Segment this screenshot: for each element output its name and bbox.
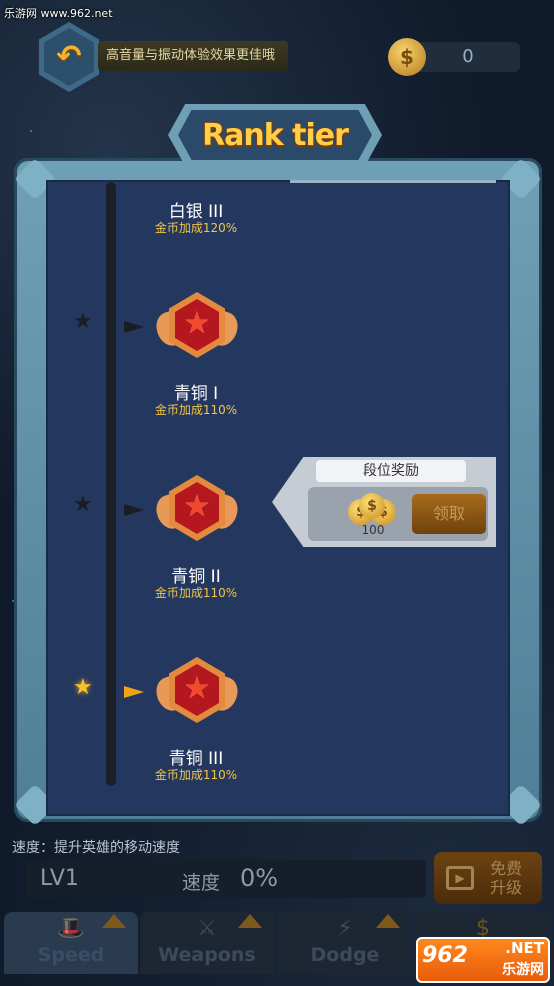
tab-weapons[interactable]: ⚔ Weapons bbox=[140, 912, 274, 974]
coin-count: 0 bbox=[462, 46, 474, 67]
tier-star-icon-active: ★ bbox=[73, 675, 93, 700]
upgrade-arrow-icon bbox=[102, 914, 126, 928]
tier-bonus: 金币加成120% bbox=[154, 221, 238, 235]
claim-button[interactable]: 领取 bbox=[412, 494, 486, 534]
tab-label: Speed bbox=[37, 944, 105, 966]
panel-title: Rank tier bbox=[202, 118, 349, 153]
upgrade-arrow-icon bbox=[376, 914, 400, 928]
reward-amount: 100 bbox=[361, 523, 385, 537]
tier-pointer-icon bbox=[124, 504, 144, 516]
skill-description: 速度：提升英雄的移动速度 bbox=[12, 840, 180, 856]
stat-label: 速度 bbox=[182, 872, 221, 894]
background-sparkle bbox=[30, 130, 32, 132]
bronze-badge-icon[interactable]: ★ bbox=[151, 657, 243, 727]
scroll-indicator[interactable] bbox=[290, 180, 496, 183]
tier-star-icon: ★ bbox=[73, 492, 93, 517]
lightning-icon: ⚡ bbox=[337, 916, 353, 941]
coin-stack-icon: $ $ $ bbox=[348, 493, 398, 525]
upgrade-label: 免费 升级 bbox=[489, 859, 522, 897]
back-arrow-icon: ↶ bbox=[56, 39, 82, 74]
tier-bonus: 金币加成110% bbox=[154, 586, 238, 600]
skill-level: LV1 bbox=[40, 866, 79, 891]
tab-speed[interactable]: 🎩 Speed bbox=[4, 912, 138, 974]
reward-title: 段位奖励 bbox=[316, 460, 466, 482]
tier-bonus: 金币加成110% bbox=[154, 768, 238, 782]
rank-reward-popup: 段位奖励 $ $ $ 100 领取 bbox=[272, 457, 496, 547]
tier-bonus: 金币加成110% bbox=[154, 403, 238, 417]
title-plate: Rank tier bbox=[168, 104, 382, 166]
sword-icon: ⚔ bbox=[197, 916, 217, 941]
bronze-badge-icon[interactable]: ★ bbox=[151, 292, 243, 362]
stat-row bbox=[26, 860, 426, 898]
watermark-top: 乐游网 www.962.net bbox=[4, 7, 113, 20]
video-icon: ▶ bbox=[446, 866, 474, 890]
coin-icon: $ bbox=[359, 493, 385, 519]
upgrade-arrow-icon bbox=[238, 914, 262, 928]
coin-icon: $ bbox=[388, 38, 426, 76]
watermark-site: 乐游网 bbox=[502, 962, 544, 978]
free-upgrade-button[interactable]: ▶ 免费 升级 bbox=[434, 852, 542, 904]
rank-timeline bbox=[106, 182, 116, 786]
tab-dodge[interactable]: ⚡ Dodge bbox=[278, 912, 412, 974]
bronze-badge-icon[interactable]: ★ bbox=[151, 475, 243, 545]
badge-star: ★ bbox=[183, 489, 211, 524]
tier-pointer-icon-active bbox=[124, 686, 144, 698]
tier-pointer-icon bbox=[124, 321, 144, 333]
watermark-net: .NET bbox=[505, 939, 544, 957]
stat-value: 0% bbox=[240, 864, 279, 892]
tab-label: Dodge bbox=[310, 944, 380, 966]
watermark-brand: 962 bbox=[422, 943, 468, 968]
hat-icon: 🎩 bbox=[57, 916, 85, 941]
badge-star: ★ bbox=[183, 306, 211, 341]
badge-star: ★ bbox=[183, 671, 211, 706]
tab-label: Weapons bbox=[158, 944, 256, 966]
tip-banner: 高音量与振动体验效果更佳哦 bbox=[98, 41, 288, 71]
watermark-logo: 962 .NET 乐游网 bbox=[416, 937, 550, 983]
tier-star-icon: ★ bbox=[73, 309, 93, 334]
back-button[interactable]: ↶ bbox=[34, 22, 104, 92]
